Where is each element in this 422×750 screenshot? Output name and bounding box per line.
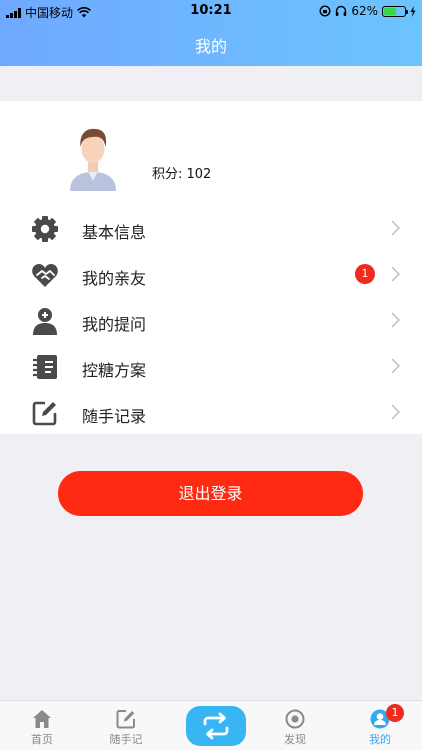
menu-item-my-relatives[interactable]: 我的亲友 1 <box>0 251 422 297</box>
chevron-right-icon <box>391 312 400 328</box>
chevron-right-icon <box>391 266 400 282</box>
menu-item-label: 基本信息 <box>82 223 147 242</box>
logout-button[interactable]: 退出登录 <box>58 471 363 516</box>
swap-arrows-icon <box>203 712 229 740</box>
battery-percent: 62% <box>351 4 378 18</box>
tab-badge: 1 <box>386 704 404 722</box>
tab-home[interactable]: 首页 <box>0 701 84 750</box>
chevron-right-icon <box>391 404 400 420</box>
home-icon <box>33 710 51 728</box>
status-bar: 中国移动 10:21 62% <box>0 0 422 22</box>
doctor-icon <box>33 308 57 335</box>
menu-item-label: 随手记录 <box>82 407 147 426</box>
headphones-icon <box>336 5 347 16</box>
center-action-button[interactable] <box>186 706 246 746</box>
menu-item-my-questions[interactable]: 我的提问 <box>0 297 422 343</box>
avatar[interactable] <box>68 123 118 191</box>
header: 中国移动 10:21 62% 我的 <box>0 0 422 66</box>
menu-item-basic-info[interactable]: 基本信息 <box>0 205 422 251</box>
tab-label: 随手记 <box>109 733 143 746</box>
edit-icon <box>32 401 57 426</box>
tab-label: 发现 <box>284 733 306 746</box>
notebook-icon <box>33 355 57 379</box>
menu-item-label: 我的亲友 <box>82 269 147 288</box>
edit-icon <box>116 710 135 729</box>
tab-discover[interactable]: 发现 <box>253 701 337 750</box>
rotation-lock-icon <box>319 5 331 17</box>
menu-item-quick-notes[interactable]: 随手记录 <box>0 389 422 435</box>
tab-quick-notes[interactable]: 随手记 <box>84 701 168 750</box>
menu-item-sugar-control-plan[interactable]: 控糖方案 <box>0 343 422 389</box>
status-right: 62% <box>319 4 416 18</box>
menu-item-label: 控糖方案 <box>82 361 147 380</box>
points-label: 积分: 102 <box>152 167 212 182</box>
battery-level <box>384 7 397 15</box>
battery-icon <box>382 5 408 17</box>
chevron-right-icon <box>391 220 400 236</box>
menu-item-label: 我的提问 <box>82 315 147 334</box>
tab-label: 首页 <box>31 733 53 746</box>
gear-icon <box>32 216 58 242</box>
page-title: 我的 <box>194 37 227 56</box>
chevron-right-icon <box>391 358 400 374</box>
tab-me[interactable]: 我的 <box>338 701 422 750</box>
notification-badge: 1 <box>355 264 375 284</box>
charging-icon <box>410 5 416 17</box>
tab-label: 我的 <box>369 733 391 746</box>
target-icon <box>285 709 305 729</box>
heart-handshake-icon <box>32 264 58 287</box>
